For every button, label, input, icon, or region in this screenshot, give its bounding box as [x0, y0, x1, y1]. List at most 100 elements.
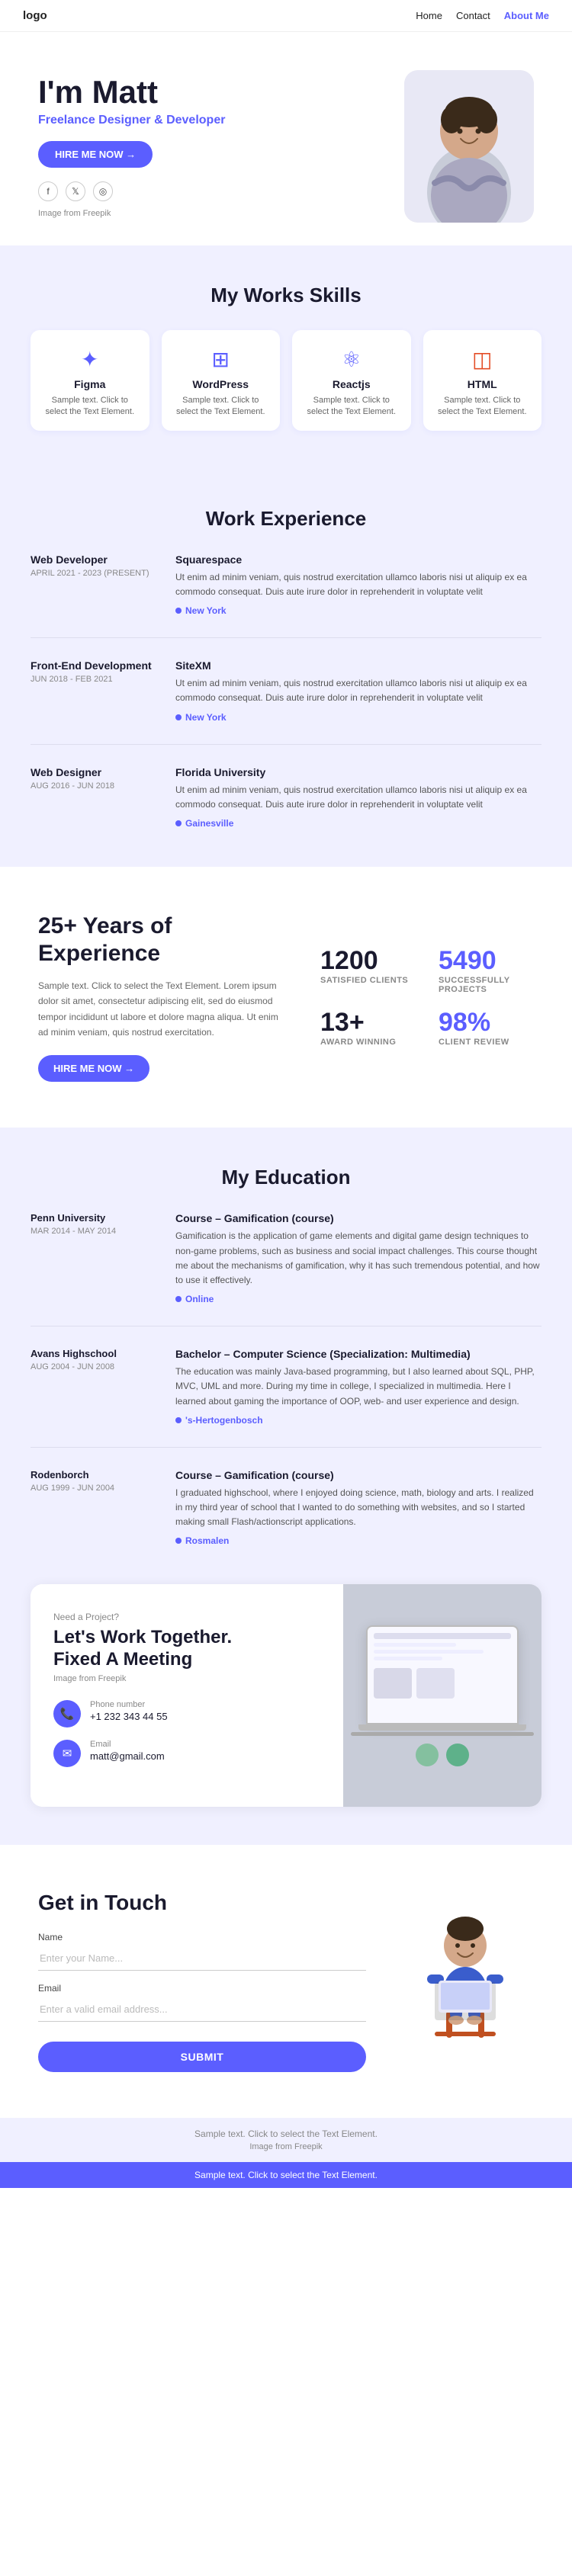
touch-title: Get in Touch — [38, 1891, 366, 1915]
stat-num-projects: 5490 — [439, 948, 534, 974]
hire-me-button-2[interactable]: HIRE ME NOW → — [38, 1055, 149, 1082]
work-company-1: SiteXM — [175, 659, 541, 672]
edu-course-2: Course – Gamification (course) — [175, 1469, 541, 1481]
work-desc-2: Ut enim ad minim veniam, quis nostrud ex… — [175, 783, 541, 812]
work-item-2: Web Designer AUG 2016 - JUN 2018 Florida… — [31, 766, 541, 829]
contact-banner-tag: Need a Project? — [53, 1612, 320, 1622]
edu-item-2: Rodenborch AUG 1999 - JUN 2004 Course – … — [31, 1469, 541, 1547]
work-location-2: Gainesville — [175, 818, 541, 829]
skill-name-html: HTML — [434, 378, 532, 390]
edu-school-0: Penn University — [31, 1212, 153, 1224]
edu-course-1: Bachelor – Computer Science (Specializat… — [175, 1348, 541, 1360]
edu-list: Penn University MAR 2014 - MAY 2014 Cour… — [31, 1212, 541, 1546]
work-role-2: Web Designer — [31, 766, 153, 778]
contact-banner-right — [343, 1584, 541, 1807]
twitter-icon[interactable]: 𝕏 — [66, 181, 85, 201]
stat-num-review: 98% — [439, 1009, 534, 1035]
figma-icon: ✦ — [41, 347, 139, 372]
email-input[interactable] — [38, 1997, 366, 2022]
contact-banner-section: Need a Project? Let's Work Together.Fixe… — [0, 1584, 572, 1845]
edu-date-2: AUG 1999 - JUN 2004 — [31, 1484, 153, 1493]
contact-banner-title: Let's Work Together.Fixed A Meeting — [53, 1627, 320, 1671]
stat-clients: 1200 SATISFIED CLIENTS — [320, 948, 416, 994]
nav-home[interactable]: Home — [416, 10, 442, 21]
email-form-group: Email — [38, 1983, 366, 2022]
skill-desc-react: Sample text. Click to select the Text El… — [303, 395, 400, 419]
skill-card-html[interactable]: ◫ HTML Sample text. Click to select the … — [423, 330, 542, 431]
work-date-0: APRIL 2021 - 2023 (PRESENT) — [31, 569, 153, 578]
edu-desc-0: Gamification is the application of game … — [175, 1229, 541, 1288]
stat-num-clients: 1200 — [320, 948, 416, 974]
edu-course-0: Course – Gamification (course) — [175, 1212, 541, 1224]
hero-right — [397, 70, 534, 223]
stat-projects: 5490 SUCCESSFULLY PROJECTS — [439, 948, 534, 994]
nav-links: Home Contact About Me — [416, 10, 549, 21]
work-location-0: New York — [175, 605, 541, 616]
location-dot — [175, 608, 182, 614]
skills-grid: ✦ Figma Sample text. Click to select the… — [31, 330, 541, 431]
edu-location-2: Rosmalen — [175, 1535, 541, 1546]
nav-about[interactable]: About Me — [504, 10, 549, 21]
location-dot — [175, 714, 182, 720]
location-dot — [175, 820, 182, 826]
person-illustration — [404, 1891, 526, 2043]
avatar — [404, 70, 534, 223]
wordpress-icon: ⊞ — [172, 347, 270, 372]
bottom-bar: Sample text. Click to select the Text El… — [0, 2162, 572, 2188]
skill-desc-figma: Sample text. Click to select the Text El… — [41, 395, 139, 419]
stat-label-review: CLIENT REVIEW — [439, 1038, 534, 1047]
edu-date-1: AUG 2004 - JUN 2008 — [31, 1362, 153, 1371]
education-section: My Education Penn University MAR 2014 - … — [0, 1128, 572, 1584]
work-desc-0: Ut enim ad minim veniam, quis nostrud ex… — [175, 570, 541, 599]
edu-item-0: Penn University MAR 2014 - MAY 2014 Cour… — [31, 1212, 541, 1304]
hero-image-credit: Image from Freepik — [38, 209, 397, 218]
laptop-screen — [366, 1625, 519, 1724]
laptop-stand — [351, 1732, 534, 1736]
nav-logo: logo — [23, 9, 47, 22]
edu-desc-2: I graduated highschool, where I enjoyed … — [175, 1486, 541, 1530]
skill-card-wordpress[interactable]: ⊞ WordPress Sample text. Click to select… — [162, 330, 281, 431]
hero-subtitle: Freelance Designer & Developer — [38, 114, 397, 127]
work-experience-section: Work Experience Web Developer APRIL 2021… — [0, 469, 572, 867]
stats-years-heading: 25+ Years of Experience — [38, 913, 282, 967]
avatar-svg — [404, 70, 534, 223]
edu-date-0: MAR 2014 - MAY 2014 — [31, 1227, 153, 1236]
email-icon: ✉ — [53, 1740, 81, 1767]
work-company-2: Florida University — [175, 766, 541, 778]
stat-label-clients: SATISFIED CLIENTS — [320, 976, 416, 985]
skill-card-react[interactable]: ⚛ Reactjs Sample text. Click to select t… — [292, 330, 411, 431]
email-value: matt@gmail.com — [90, 1750, 165, 1762]
footer-text: Sample text. Click to select the Text El… — [31, 2128, 541, 2139]
touch-illustration — [397, 1891, 534, 2043]
phone-label: Phone number — [90, 1700, 168, 1709]
work-title: Work Experience — [31, 507, 541, 531]
skills-title: My Works Skills — [31, 284, 541, 307]
email-label: Email — [90, 1740, 165, 1749]
work-item-1: Front-End Development JUN 2018 - FEB 202… — [31, 659, 541, 722]
navbar: logo Home Contact About Me — [0, 0, 572, 32]
social-icons: f 𝕏 ◎ — [38, 181, 397, 201]
touch-form: Get in Touch Name Email SUBMIT — [38, 1891, 366, 2072]
stats-section: 25+ Years of Experience Sample text. Cli… — [0, 867, 572, 1128]
nav-contact[interactable]: Contact — [456, 10, 490, 21]
edu-item-1: Avans Highschool AUG 2004 - JUN 2008 Bac… — [31, 1348, 541, 1426]
facebook-icon[interactable]: f — [38, 181, 58, 201]
submit-button[interactable]: SUBMIT — [38, 2042, 366, 2072]
skill-card-figma[interactable]: ✦ Figma Sample text. Click to select the… — [31, 330, 149, 431]
react-icon: ⚛ — [303, 347, 400, 372]
stats-desc: Sample text. Click to select the Text El… — [38, 978, 282, 1041]
work-role-0: Web Developer — [31, 553, 153, 566]
hire-me-button[interactable]: HIRE ME NOW → — [38, 141, 153, 168]
skill-name-wordpress: WordPress — [172, 378, 270, 390]
skills-section: My Works Skills ✦ Figma Sample text. Cli… — [0, 245, 572, 469]
hero-section: I'm Matt Freelance Designer & Developer … — [0, 32, 572, 245]
hero-name: I'm Matt — [38, 75, 397, 110]
instagram-icon[interactable]: ◎ — [93, 181, 113, 201]
work-desc-1: Ut enim ad minim veniam, quis nostrud ex… — [175, 676, 541, 705]
name-form-group: Name — [38, 1932, 366, 1971]
name-label: Name — [38, 1932, 366, 1942]
contact-banner-left: Need a Project? Let's Work Together.Fixe… — [31, 1584, 343, 1807]
skill-desc-wordpress: Sample text. Click to select the Text El… — [172, 395, 270, 419]
stats-grid: 1200 SATISFIED CLIENTS 5490 SUCCESSFULLY… — [320, 948, 534, 1047]
name-input[interactable] — [38, 1946, 366, 1971]
